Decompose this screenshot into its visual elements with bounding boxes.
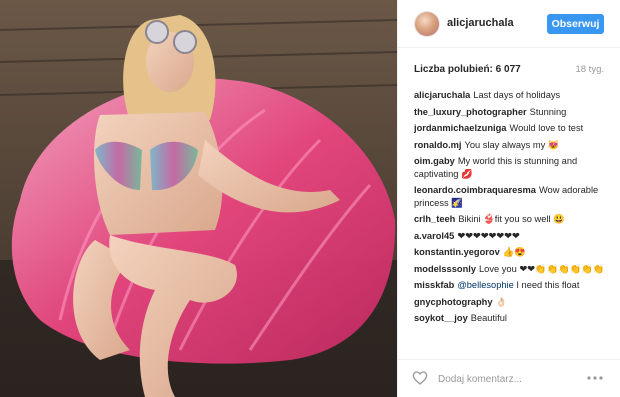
likes-row: Liczba polubień: 6 077 18 tyg. (414, 64, 604, 78)
comment-username[interactable]: leonardo.coimbraquaresma (414, 185, 536, 195)
list-item: alicjaruchala Last days of holidays (414, 89, 606, 102)
comment-username[interactable]: jordanmichaelzuniga (414, 123, 506, 133)
post-time[interactable]: 18 tyg. (575, 64, 604, 75)
post-photo[interactable] (0, 0, 397, 397)
comments-list: alicjaruchala Last days of holidays the_l… (414, 89, 606, 329)
comment-text: Beautiful (470, 313, 507, 323)
comment-text: Would love to test (509, 123, 584, 133)
list-item: a.varol45 ❤❤❤❤❤❤❤❤ (414, 230, 606, 243)
comment-username[interactable]: modelsssonly (414, 264, 476, 274)
list-item: konstantin.yegorov 👍😍 (414, 246, 606, 259)
list-item: crlh_teeh Bikini 👙fit you so well 😃 (414, 213, 606, 226)
list-item: modelsssonly Love you ❤❤👏👏👏👏👏👏 (414, 263, 606, 276)
comment-username[interactable]: alicjaruchala (414, 90, 470, 100)
post-details-panel: alicjaruchala Obserwuj Liczba polubień: … (397, 0, 620, 397)
comment-text: I need this float (513, 280, 580, 290)
follow-button[interactable]: Obserwuj (547, 14, 604, 34)
post-photo-illustration (0, 0, 397, 397)
comment-username[interactable]: konstantin.yegorov (414, 247, 500, 257)
comment-text: Last days of holidays (473, 90, 561, 100)
comment-username[interactable]: crlh_teeh (414, 214, 455, 224)
list-item: gnycphotography 👌🏻 (414, 296, 606, 309)
post-header: alicjaruchala Obserwuj (398, 0, 620, 48)
comment-username[interactable]: ronaldo.mj (414, 140, 462, 150)
list-item: leonardo.coimbraquaresma Wow adorable pri… (414, 184, 606, 209)
comment-username[interactable]: misskfab (414, 280, 454, 290)
comment-text: Love you ❤❤👏👏👏👏👏👏 (479, 263, 605, 274)
comment-username[interactable]: gnycphotography (414, 297, 493, 307)
heart-icon[interactable] (412, 370, 428, 386)
list-item: soykot__joy Beautiful (414, 312, 606, 325)
post-author-username[interactable]: alicjaruchala (447, 17, 514, 29)
comment-text: You slay always my 😻 (464, 139, 560, 150)
comment-footer (398, 359, 620, 397)
comment-username[interactable]: oim.gaby (414, 156, 455, 166)
comment-username[interactable]: the_luxury_photographer (414, 107, 527, 117)
comment-text: 👌🏻 (495, 296, 508, 307)
comment-text: ❤❤❤❤❤❤❤❤ (457, 230, 520, 241)
comment-username[interactable]: a.varol45 (414, 231, 454, 241)
comment-mention-link[interactable]: @bellesophie (457, 280, 513, 290)
list-item: jordanmichaelzuniga Would love to test (414, 122, 606, 135)
comment-username[interactable]: soykot__joy (414, 313, 468, 323)
list-item: oim.gaby My world this is stunning and ca… (414, 155, 606, 180)
list-item: misskfab @bellesophie I need this float (414, 279, 606, 292)
comment-text: Bikini 👙fit you so well 😃 (458, 214, 565, 224)
comment-text: Stunning (529, 106, 567, 117)
more-options-icon[interactable] (585, 371, 605, 385)
list-item: the_luxury_photographer Stunning (414, 106, 606, 119)
comment-text: 👍😍 (502, 247, 526, 257)
comment-input[interactable] (436, 370, 580, 388)
list-item: ronaldo.mj You slay always my 😻 (414, 139, 606, 152)
likes-count[interactable]: Liczba polubień: 6 077 (414, 64, 521, 75)
avatar[interactable] (414, 11, 440, 37)
